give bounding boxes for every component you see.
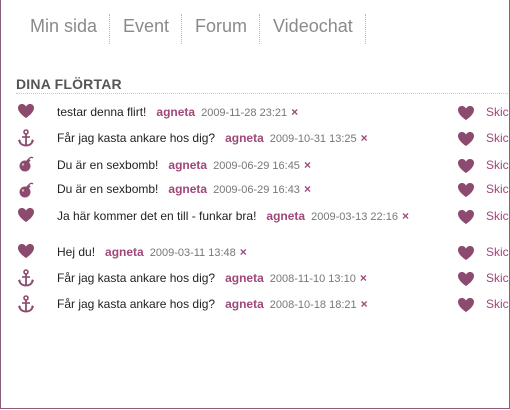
flirt-text: Får jag kasta ankare hos dig? agneta 2008-… <box>57 270 457 287</box>
flirt-text: Hej du! agneta 2009-03-11 13:48 × <box>57 244 457 261</box>
flirt-row: Hej du! agneta 2009-03-11 13:48 × Skic <box>0 244 510 270</box>
flirt-sender-link[interactable]: agneta <box>225 131 264 145</box>
flirt-date: 2008-11-10 13:10 <box>269 273 356 285</box>
nav-item-event[interactable]: Event <box>111 14 183 44</box>
delete-flirt-button[interactable]: × <box>304 182 311 196</box>
flirt-sender-link[interactable]: agneta <box>266 209 305 223</box>
flirt-message: Hej du! <box>57 245 96 259</box>
flirt-text: Du är en sexbomb! agneta 2009-06-29 16:45 × <box>57 157 457 174</box>
flirt-date: 2009-06-29 16:45 <box>213 160 300 172</box>
flirt-message: testar denna flirt! <box>57 105 147 119</box>
flirt-message: Får jag kasta ankare hos dig? <box>57 297 216 311</box>
flirt-message: Ja här kommer det en till - funkar bra! <box>57 209 257 223</box>
flirt-sender-link[interactable]: agneta <box>105 245 144 259</box>
heart-icon[interactable] <box>457 131 477 151</box>
send-flirt-back-link[interactable]: Skic <box>486 270 509 286</box>
heart-icon[interactable] <box>457 105 477 125</box>
flirt-date: 2009-10-31 13:25 <box>269 133 357 145</box>
heart-icon[interactable] <box>457 271 477 291</box>
heart-icon <box>17 103 37 123</box>
flirt-text: Ja här kommer det en till - funkar bra! a… <box>57 208 457 225</box>
delete-flirt-button[interactable]: × <box>360 271 367 285</box>
heart-icon[interactable] <box>457 245 477 265</box>
send-flirt-back-link[interactable]: Skic <box>486 181 509 197</box>
delete-flirt-button[interactable]: × <box>240 245 247 259</box>
flirt-date: 2009-06-29 16:43 <box>213 184 300 196</box>
flirt-date: 2009-03-11 13:48 <box>149 247 236 259</box>
flirt-text: Du är en sexbomb! agneta 2009-06-29 16:43 × <box>57 181 457 198</box>
flirt-text: testar denna flirt! agneta 2009-11-28 23:2… <box>57 104 457 121</box>
flirt-text: Får jag kasta ankare hos dig? agneta 2008-… <box>57 296 457 313</box>
delete-flirt-button[interactable]: × <box>304 158 311 172</box>
nav-item-videochat[interactable]: Videochat <box>261 14 366 44</box>
delete-flirt-button[interactable]: × <box>402 209 409 223</box>
heart-icon[interactable] <box>457 209 477 229</box>
bomb-icon <box>17 155 37 175</box>
flirt-row: Du är en sexbomb! agneta 2009-06-29 16:45 ×… <box>0 155 510 183</box>
delete-flirt-button[interactable]: × <box>291 105 298 119</box>
flirt-date: 2009-03-13 22:16 <box>311 211 398 223</box>
flirt-date: 2009-11-28 23:21 <box>201 107 288 119</box>
send-flirt-back-link[interactable]: Skic <box>486 104 509 120</box>
flirt-text: Får jag kasta ankare hos dig? agneta 2009-… <box>57 130 457 147</box>
flirt-message: Du är en sexbomb! <box>57 182 159 196</box>
flirt-sender-link[interactable]: agneta <box>156 105 195 119</box>
anchor-icon <box>17 269 37 289</box>
anchor-icon <box>17 295 37 315</box>
section-divider <box>16 93 508 94</box>
delete-flirt-button[interactable]: × <box>361 131 368 145</box>
send-flirt-back-link[interactable]: Skic <box>486 296 509 312</box>
flirt-message: Du är en sexbomb! <box>57 158 159 172</box>
heart-icon <box>17 207 37 227</box>
section-title: DINA FLÖRTAR <box>16 76 122 92</box>
flirt-row: Ja här kommer det en till - funkar bra! a… <box>0 208 510 234</box>
flirt-row: testar denna flirt! agneta 2009-11-28 23:2… <box>0 104 510 130</box>
flirt-row: Får jag kasta ankare hos dig? agneta 2008-… <box>0 269 510 296</box>
heart-icon[interactable] <box>457 158 477 178</box>
heart-icon[interactable] <box>457 297 477 317</box>
delete-flirt-button[interactable]: × <box>361 297 368 311</box>
send-flirt-back-link[interactable]: Skic <box>486 130 509 146</box>
heart-icon[interactable] <box>457 182 477 202</box>
flirt-sender-link[interactable]: agneta <box>225 271 264 285</box>
flirt-message: Får jag kasta ankare hos dig? <box>57 271 216 285</box>
anchor-icon <box>17 129 37 149</box>
flirt-sender-link[interactable]: agneta <box>168 158 207 172</box>
send-flirt-back-link[interactable]: Skic <box>486 244 509 260</box>
send-flirt-back-link[interactable]: Skic <box>486 208 509 224</box>
bomb-icon <box>17 181 37 201</box>
flirt-row: Får jag kasta ankare hos dig? agneta 2009-… <box>0 129 510 156</box>
flirt-row: Får jag kasta ankare hos dig? agneta 2008-… <box>0 295 510 322</box>
flirt-date: 2008-10-18 18:21 <box>269 299 357 311</box>
heart-icon <box>17 243 37 263</box>
flirt-message: Får jag kasta ankare hos dig? <box>57 131 216 145</box>
nav-item-forum[interactable]: Forum <box>183 14 261 44</box>
send-flirt-back-link[interactable]: Skic <box>486 157 509 173</box>
flirt-sender-link[interactable]: agneta <box>168 182 207 196</box>
flirt-sender-link[interactable]: agneta <box>225 297 264 311</box>
nav-item-min-sida[interactable]: Min sida <box>18 14 111 44</box>
flirt-row: Du är en sexbomb! agneta 2009-06-29 16:43 ×… <box>0 181 510 207</box>
